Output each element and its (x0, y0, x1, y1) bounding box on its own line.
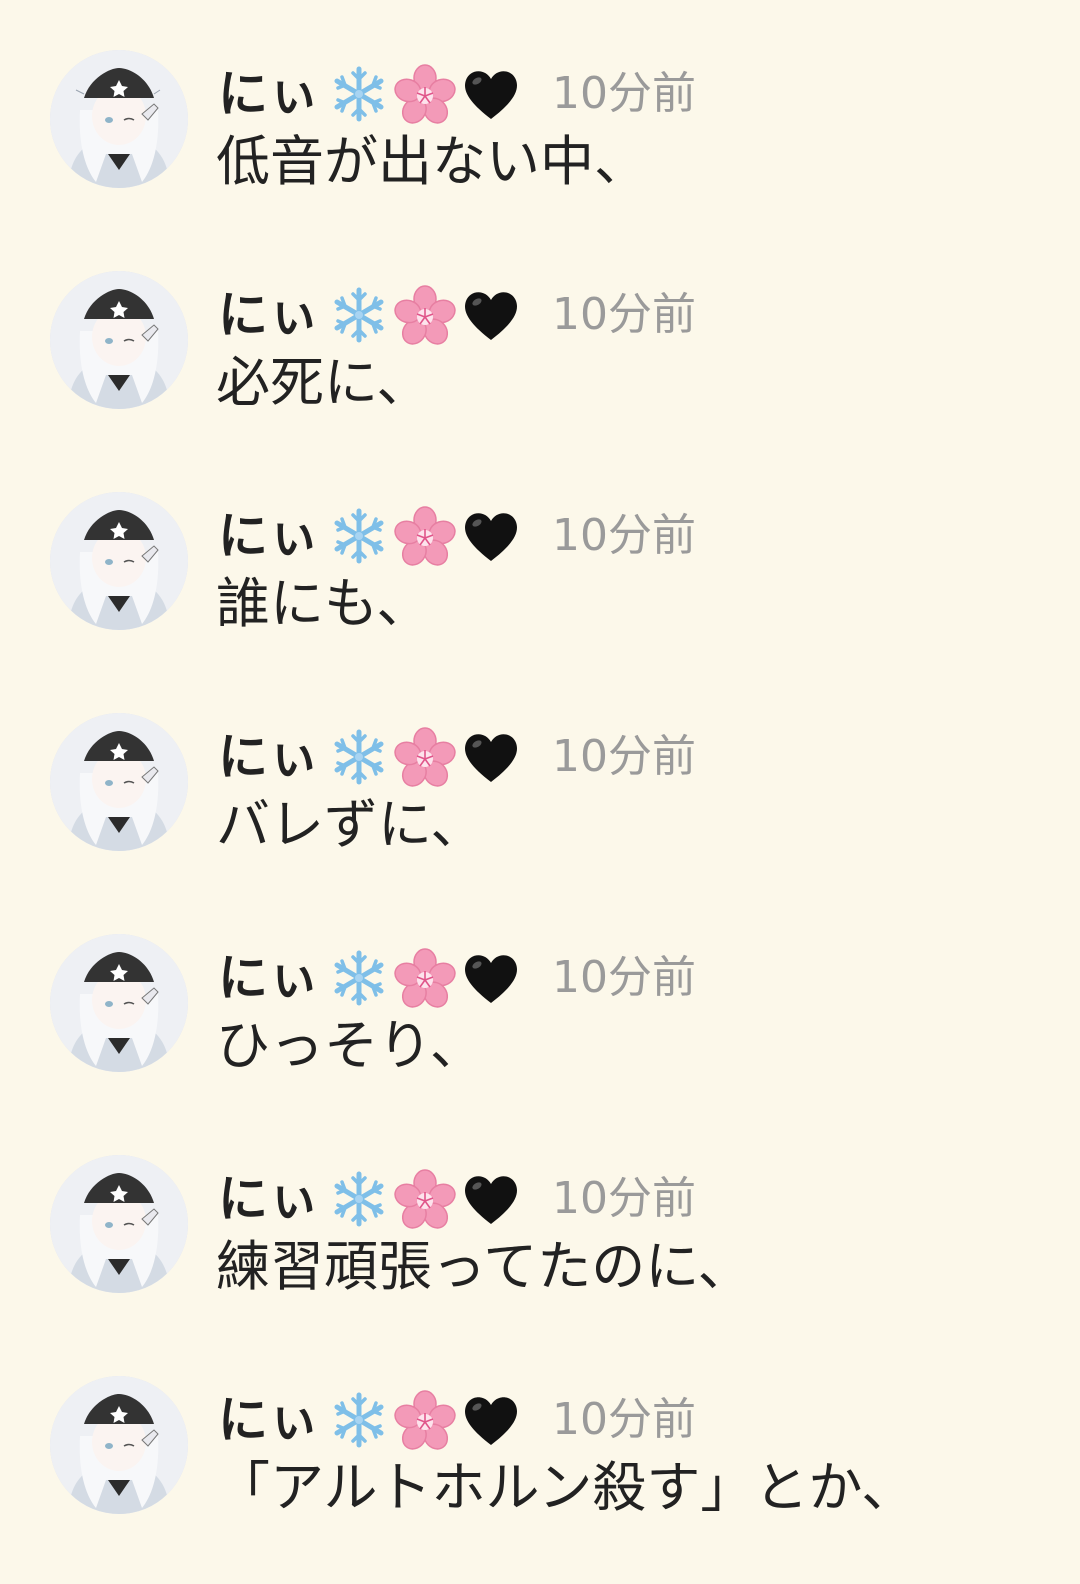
black-heart-icon (460, 726, 522, 788)
username-emojis (328, 726, 526, 788)
snowflake-icon (328, 726, 390, 788)
black-heart-icon (460, 1389, 522, 1451)
cherry-blossom-icon (394, 947, 456, 1009)
black-heart-icon (460, 947, 522, 1009)
snowflake-icon (328, 505, 390, 567)
cherry-blossom-icon (394, 1389, 456, 1451)
black-heart-icon (460, 284, 522, 346)
avatar[interactable] (50, 492, 188, 630)
post-meta: にぃ 10分前 (218, 283, 696, 347)
message-text: ひっそり、 (216, 1014, 484, 1077)
avatar[interactable] (50, 50, 188, 188)
snowflake-icon (328, 947, 390, 1009)
avatar[interactable] (50, 271, 188, 409)
chat-post: にぃ 10分前 低音が出ない中、 (0, 0, 1080, 193)
cherry-blossom-icon (394, 1168, 456, 1230)
avatar-illustration (50, 934, 188, 1072)
post-meta: にぃ 10分前 (218, 1167, 696, 1231)
username[interactable]: にぃ (218, 946, 320, 1010)
username-emojis (328, 1389, 526, 1451)
chat-post: にぃ 10分前 バレずに、 (0, 663, 1080, 856)
timestamp: 10分前 (552, 1394, 696, 1445)
message-text: 誰にも、 (216, 572, 431, 635)
username[interactable]: にぃ (218, 504, 320, 568)
chat-post: にぃ 10分前 練習頑張ってたのに、 (0, 1105, 1080, 1298)
black-heart-icon (460, 1168, 522, 1230)
post-meta: にぃ 10分前 (218, 504, 696, 568)
avatar[interactable] (50, 713, 188, 851)
username[interactable]: にぃ (218, 1388, 320, 1452)
timestamp: 10分前 (552, 289, 696, 340)
avatar-illustration (50, 492, 188, 630)
chat-post: にぃ 10分前 必死に、 (0, 221, 1080, 414)
cherry-blossom-icon (394, 505, 456, 567)
username[interactable]: にぃ (218, 725, 320, 789)
chat-post: にぃ 10分前 ひっそり、 (0, 884, 1080, 1077)
message-text: 低音が出ない中、 (216, 130, 648, 193)
username-emojis (328, 63, 526, 125)
black-heart-icon (460, 505, 522, 567)
username[interactable]: にぃ (218, 283, 320, 347)
avatar[interactable] (50, 1155, 188, 1293)
snowflake-icon (328, 1168, 390, 1230)
timestamp: 10分前 (552, 510, 696, 561)
avatar[interactable] (50, 1376, 188, 1514)
username-emojis (328, 284, 526, 346)
message-text: バレずに、 (216, 793, 485, 856)
chat-post: にぃ 10分前 「アルトホルン殺す」とか、 (0, 1326, 1080, 1519)
cherry-blossom-icon (394, 284, 456, 346)
cherry-blossom-icon (394, 726, 456, 788)
avatar[interactable] (50, 934, 188, 1072)
username-emojis (328, 947, 526, 1009)
timestamp: 10分前 (552, 952, 696, 1003)
avatar-illustration (50, 713, 188, 851)
avatar-illustration (50, 271, 188, 409)
snowflake-icon (328, 284, 390, 346)
black-heart-icon (460, 63, 522, 125)
timestamp: 10分前 (552, 731, 696, 782)
username[interactable]: にぃ (218, 62, 320, 126)
message-text: 必死に、 (216, 351, 431, 414)
post-meta: にぃ 10分前 (218, 725, 696, 789)
chat-post: にぃ 10分前 誰にも、 (0, 442, 1080, 635)
post-meta: にぃ 10分前 (218, 946, 696, 1010)
avatar-illustration (50, 50, 188, 188)
avatar-illustration (50, 1155, 188, 1293)
snowflake-icon (328, 1389, 390, 1451)
timestamp: 10分前 (552, 68, 696, 119)
avatar-illustration (50, 1376, 188, 1514)
username-emojis (328, 1168, 526, 1230)
message-text: 練習頑張ってたのに、 (216, 1235, 752, 1298)
timestamp: 10分前 (552, 1173, 696, 1224)
post-meta: にぃ 10分前 (218, 1388, 696, 1452)
chat-feed: にぃ 10分前 低音が出ない中、 にぃ 10分前 必死に、 にぃ 10分前 誰に… (0, 0, 1080, 1584)
cherry-blossom-icon (394, 63, 456, 125)
username[interactable]: にぃ (218, 1167, 320, 1231)
post-meta: にぃ 10分前 (218, 62, 696, 126)
snowflake-icon (328, 63, 390, 125)
message-text: 「アルトホルン殺す」とか、 (216, 1456, 916, 1519)
username-emojis (328, 505, 526, 567)
